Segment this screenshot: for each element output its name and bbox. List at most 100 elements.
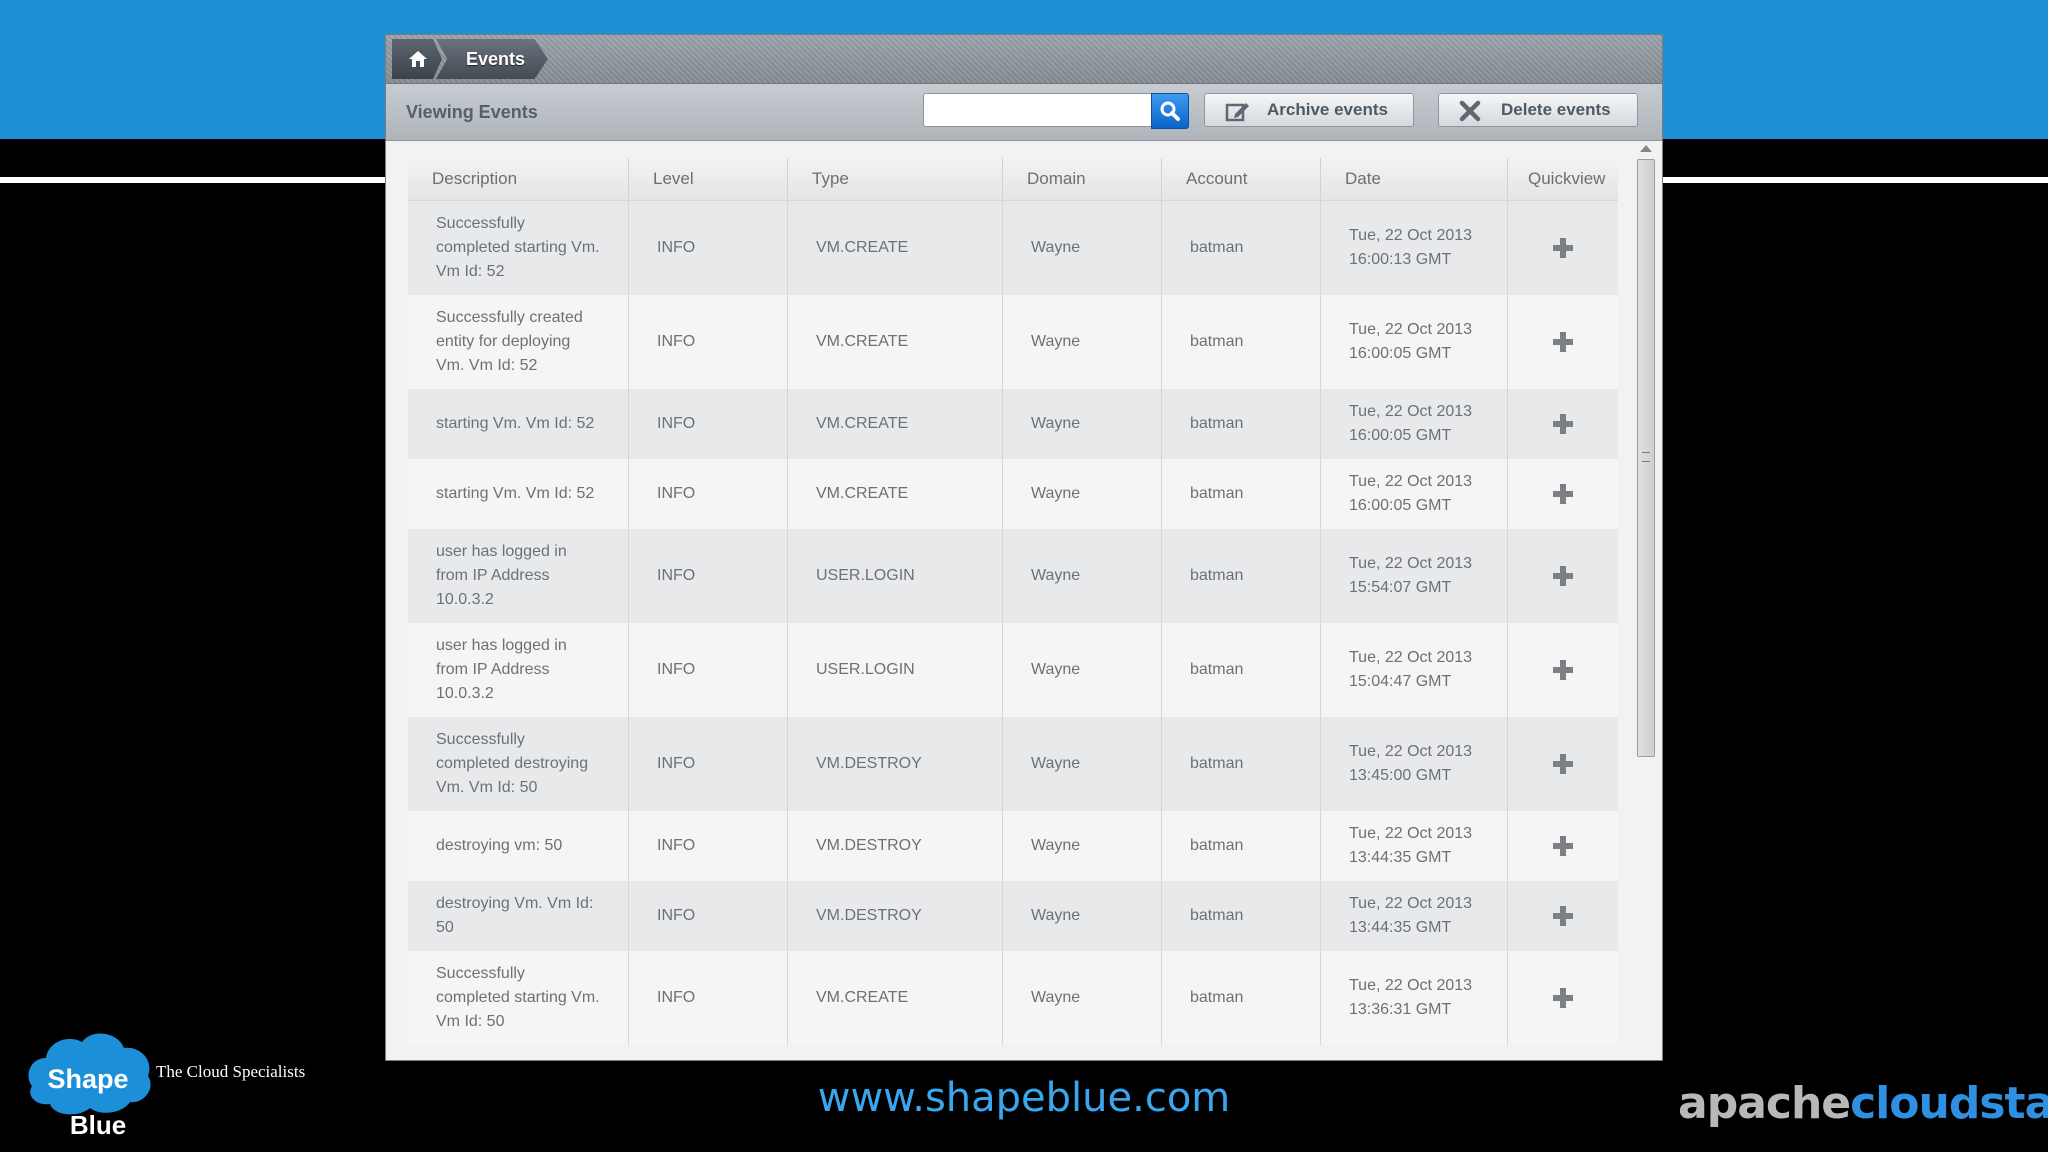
breadcrumb-events[interactable]: Events [436,39,548,79]
cell-description-line: completed starting Vm. [436,238,600,256]
column-header-type[interactable]: Type [787,158,1003,201]
column-header-level[interactable]: Level [628,158,788,201]
table-row[interactable]: Successfully completed destroying Vm. Vm I… [408,716,1618,811]
column-header-date[interactable]: Date [1320,158,1508,201]
column-header-domain[interactable]: Domain [1002,158,1162,201]
cell-type: VM.CREATE [787,388,1003,459]
search-button[interactable] [1151,93,1189,129]
table-row[interactable]: user has logged in from IP Address 10.0.3.… [408,528,1618,623]
breadcrumb-home[interactable] [392,39,442,79]
cell-account: batman [1161,388,1321,459]
cell-description-line: completed destroying [436,754,589,772]
cell-description-line: user has logged in [436,636,567,654]
table-row[interactable]: starting Vm. Vm Id: 52 INFO VM.CREATE Wayne… [408,388,1618,459]
cell-description-line: 10.0.3.2 [436,684,494,702]
cell-account: batman [1161,880,1321,951]
plus-icon[interactable] [1553,987,1573,1008]
cell-quickview [1507,528,1618,623]
cell-type: USER.LOGIN [787,528,1003,623]
cell-level: INFO [628,950,788,1045]
cell-date-line: Tue, 22 Oct 2013 [1349,402,1473,420]
cell-quickview [1507,388,1618,459]
cell-description-line: entity for deploying [436,332,571,350]
column-header-account[interactable]: Account [1161,158,1321,201]
cell-domain: Wayne [1002,294,1162,389]
cell-description: starting Vm. Vm Id: 52 [408,458,629,529]
archive-events-label: Archive events [1267,100,1388,119]
cell-level: INFO [628,880,788,951]
plus-icon[interactable] [1553,835,1573,856]
cell-date: Tue, 22 Oct 2013 15:54:07 GMT [1320,528,1508,623]
table-row[interactable]: destroying vm: 50 INFO VM.DESTROY Wayne batm… [408,810,1618,881]
page-title: Viewing Events [406,102,538,122]
cell-description: user has logged in from IP Address 10.0.3.… [408,528,629,623]
cell-description: Successfully completed destroying Vm. Vm I… [408,716,629,811]
column-header-description[interactable]: Description [408,158,629,201]
cell-type: VM.DESTROY [787,716,1003,811]
cell-date: Tue, 22 Oct 2013 16:00:13 GMT [1320,200,1508,295]
vertical-scrollbar[interactable] [1634,141,1656,1060]
cell-date-line: 16:00:05 GMT [1349,426,1452,444]
cell-date-line: 16:00:13 GMT [1349,250,1452,268]
cell-account: batman [1161,950,1321,1045]
cell-date-line: Tue, 22 Oct 2013 [1349,320,1473,338]
toolbar: Viewing Events Archive events Delete eve… [386,84,1662,141]
table-row[interactable]: user has logged in from IP Address 10.0.3.… [408,622,1618,717]
cell-description-line: destroying Vm. Vm Id: [436,894,594,912]
events-window: Events Viewing Events Archive events Del… [386,35,1662,1060]
column-header-quickview: Quickview [1507,158,1618,201]
cell-description-line: Successfully created [436,308,583,326]
cell-date-line: 15:54:07 GMT [1349,578,1452,596]
cell-description-line: from IP Address [436,566,550,584]
cell-quickview [1507,716,1618,811]
cell-quickview [1507,458,1618,529]
cell-description: destroying Vm. Vm Id: 50 [408,880,629,951]
plus-icon[interactable] [1553,905,1573,926]
cell-account: batman [1161,716,1321,811]
table-row[interactable]: starting Vm. Vm Id: 52 INFO VM.CREATE Wayne… [408,458,1618,529]
cell-description: Successfully completed starting Vm. Vm Id:… [408,200,629,295]
cell-account: batman [1161,810,1321,881]
cell-description-line: user has logged in [436,542,567,560]
cell-quickview [1507,880,1618,951]
cell-domain: Wayne [1002,528,1162,623]
plus-icon[interactable] [1553,331,1573,352]
table-row[interactable]: Successfully created entity for deploying… [408,294,1618,389]
search-input[interactable] [923,93,1152,127]
cell-date-line: 13:45:00 GMT [1349,766,1452,784]
cell-date: Tue, 22 Oct 2013 16:00:05 GMT [1320,458,1508,529]
cell-description-line: Successfully [436,214,525,232]
cell-date-line: 16:00:05 GMT [1349,344,1452,362]
cell-description-line: Vm Id: 50 [436,1012,505,1030]
cell-description-line: destroying vm: 50 [436,836,563,854]
cell-date-line: Tue, 22 Oct 2013 [1349,554,1473,572]
scroll-up-arrow-icon[interactable] [1640,145,1652,152]
plus-icon[interactable] [1553,483,1573,504]
plus-icon[interactable] [1553,237,1573,258]
table-row[interactable]: Successfully completed starting Vm. Vm Id:… [408,200,1618,295]
cell-domain: Wayne [1002,810,1162,881]
cell-type: VM.CREATE [787,200,1003,295]
plus-icon[interactable] [1553,413,1573,434]
divider-right [1662,177,2048,183]
cell-type: VM.DESTROY [787,810,1003,881]
delete-events-button[interactable]: Delete events [1438,93,1638,127]
plus-icon[interactable] [1553,753,1573,774]
cell-domain: Wayne [1002,950,1162,1045]
cell-description-line: Vm Id: 52 [436,262,505,280]
plus-icon[interactable] [1553,659,1573,680]
edit-icon [1225,103,1249,122]
cell-domain: Wayne [1002,200,1162,295]
cell-account: batman [1161,622,1321,717]
table-row[interactable]: destroying Vm. Vm Id: 50 INFO VM.DESTROY Way… [408,880,1618,951]
plus-icon[interactable] [1553,565,1573,586]
table-row[interactable]: Successfully completed starting Vm. Vm Id:… [408,950,1618,1045]
scroll-grip-icon [1642,452,1650,462]
scroll-thumb[interactable] [1637,159,1655,757]
cell-domain: Wayne [1002,622,1162,717]
archive-events-button[interactable]: Archive events [1204,93,1414,127]
cell-level: INFO [628,458,788,529]
cell-account: batman [1161,200,1321,295]
cell-description: destroying vm: 50 [408,810,629,881]
close-icon [1459,100,1481,122]
